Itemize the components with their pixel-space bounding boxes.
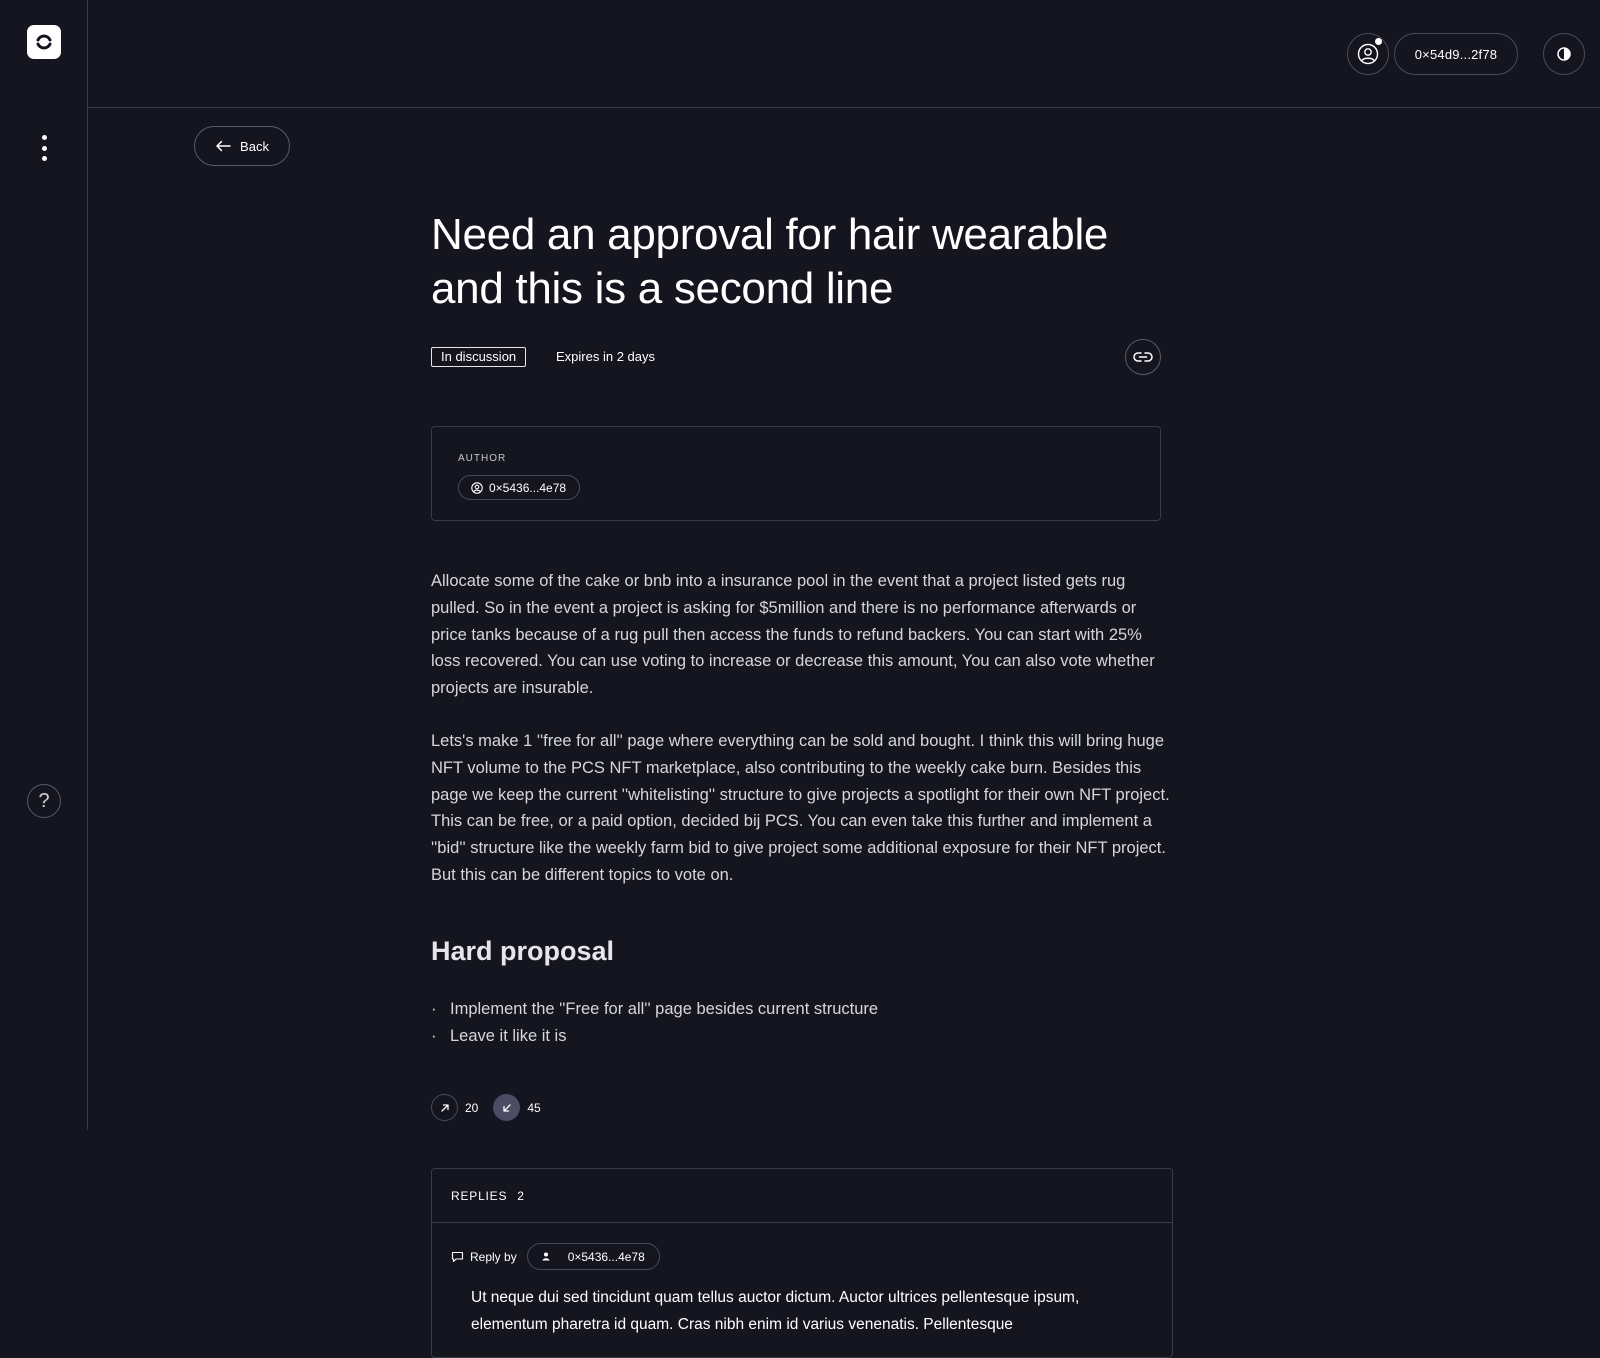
comment-icon: [451, 1251, 464, 1262]
replies-section: REPLIES 2 Reply by 0×5436...4e78 Ut nequ…: [431, 1168, 1173, 1358]
proposal-body: Allocate some of the cake or bnb into a …: [431, 568, 1173, 915]
replies-header: REPLIES 2: [432, 1169, 1172, 1223]
arrow-down-left-icon: [503, 1103, 511, 1112]
body-paragraph: Allocate some of the cake or bnb into a …: [431, 572, 1155, 698]
copy-link-button[interactable]: [1125, 339, 1161, 375]
arrow-left-icon: [216, 140, 231, 152]
reply-by-label: Reply by: [470, 1249, 517, 1264]
app-logo[interactable]: [27, 25, 61, 59]
wallet-address-button[interactable]: 0×54d9...2f78: [1394, 33, 1518, 75]
back-button-label: Back: [240, 138, 269, 154]
arrow-up-right-icon: [440, 1103, 449, 1112]
reply-text: Ut neque dui sed tincidunt quam tellus a…: [471, 1289, 1080, 1333]
person-icon: [542, 1252, 550, 1261]
reply-meta: Reply by 0×5436...4e78: [451, 1243, 660, 1270]
author-chip[interactable]: 0×5436...4e78: [458, 475, 581, 500]
more-menu-icon[interactable]: [34, 135, 54, 161]
replies-count: 2: [517, 1188, 525, 1203]
contrast-icon: [1557, 47, 1571, 61]
proposal-title: Need an approval for hair wearable and t…: [431, 210, 1109, 313]
section-heading: Hard proposal: [431, 936, 615, 966]
notification-dot: [1375, 38, 1382, 45]
author-card: AUTHOR 0×5436...4e78: [431, 426, 1161, 521]
wallet-address: 0×54d9...2f78: [1414, 46, 1498, 62]
back-button[interactable]: Back: [194, 126, 290, 166]
proposal-options: Implement the ''Free for all'' page besi…: [431, 996, 878, 1050]
theme-toggle-button[interactable]: [1543, 33, 1585, 75]
logo-icon: [36, 34, 52, 50]
status-badge: In discussion: [431, 347, 527, 367]
body-paragraph: Lets's make 1 ''free for all'' page wher…: [431, 731, 1170, 884]
list-item: Leave it like it is: [431, 1023, 878, 1050]
upvote-count: 20: [465, 1100, 479, 1115]
link-icon: [1133, 352, 1153, 362]
list-item: Implement the ''Free for all'' page besi…: [431, 996, 878, 1023]
reply-author-address: 0×5436...4e78: [567, 1249, 645, 1264]
downvote-count: 45: [527, 1100, 541, 1115]
upvote-button[interactable]: [431, 1094, 458, 1121]
reply-author-chip[interactable]: 0×5436...4e78: [526, 1243, 660, 1270]
sidebar: ?: [0, 0, 88, 1130]
help-button[interactable]: ?: [27, 784, 61, 818]
help-icon: ?: [38, 789, 50, 812]
profile-button[interactable]: [1347, 33, 1389, 75]
expiry-text: Expires in 2 days: [556, 349, 655, 364]
replies-label: REPLIES: [451, 1188, 508, 1203]
downvote-button[interactable]: [493, 1094, 521, 1121]
vote-controls: 20 45: [431, 1094, 556, 1121]
author-label: AUTHOR: [458, 453, 507, 464]
user-icon: [1357, 43, 1379, 65]
user-icon: [471, 481, 483, 494]
author-address: 0×5436...4e78: [489, 480, 567, 495]
